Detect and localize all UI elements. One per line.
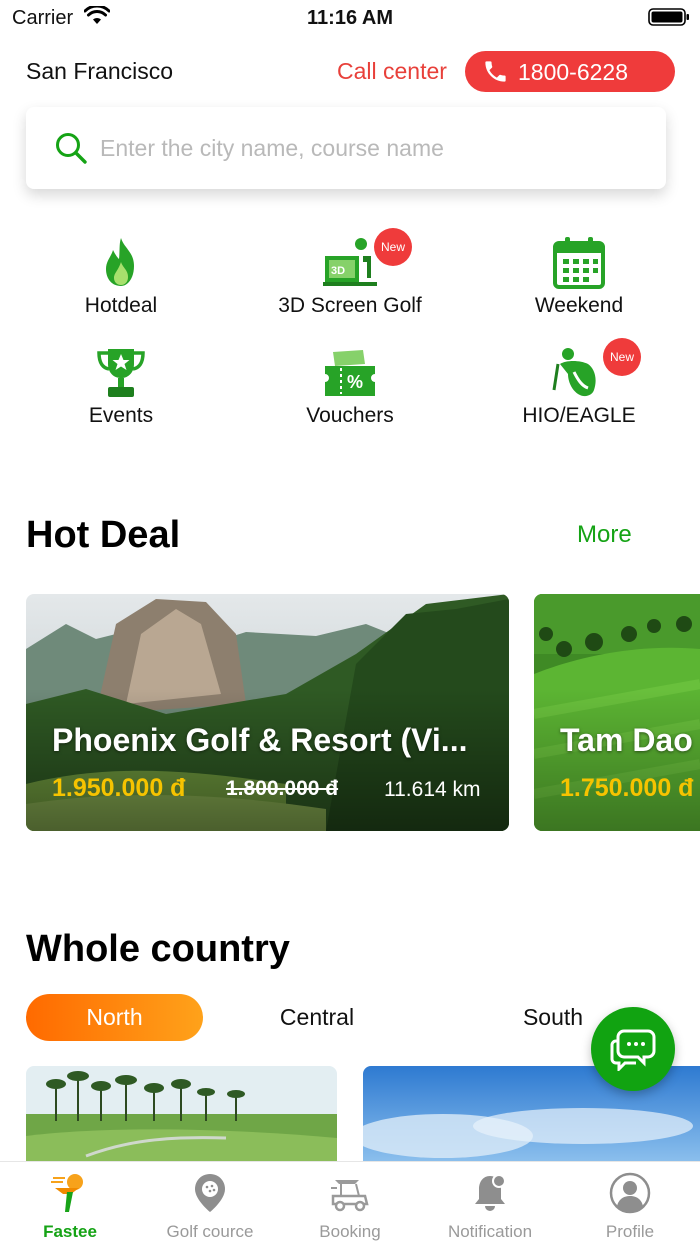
deal-price: 1.750.000 đ (560, 774, 694, 802)
tab-booking[interactable]: Booking (280, 1162, 420, 1244)
tab-golf-course[interactable]: Golf cource (140, 1162, 280, 1244)
chat-button[interactable] (591, 1007, 675, 1091)
tab-label: Fastee (43, 1222, 97, 1241)
search-bar[interactable] (26, 107, 666, 189)
category-label: Vouchers (306, 404, 394, 427)
call-center-button[interactable]: 1800-6228 (465, 51, 675, 92)
svg-text:%: % (347, 372, 363, 392)
deal-price: 1.950.000 đ (52, 774, 186, 802)
chat-icon (610, 1029, 656, 1071)
deal-name: Tam Dao (560, 722, 693, 758)
user-icon (609, 1172, 651, 1214)
deal-name: Phoenix Golf & Resort (Vi... (52, 722, 468, 758)
region-tab-north[interactable]: North (26, 994, 203, 1041)
bell-icon (475, 1174, 506, 1211)
category-3d-screen-golf[interactable]: 3D New 3D Screen Golf (250, 228, 450, 332)
tab-fastee[interactable]: Fastee (0, 1162, 140, 1244)
golfer-icon (552, 348, 596, 397)
category-label: 3D Screen Golf (278, 294, 422, 317)
tab-notification[interactable]: Notification (420, 1162, 560, 1244)
hot-deal-more-link[interactable]: More (577, 521, 632, 549)
golf-cart-icon (331, 1180, 369, 1212)
category-hio-eagle[interactable]: New HIO/EAGLE (479, 338, 679, 442)
category-events[interactable]: Events (21, 346, 221, 442)
deal-card[interactable]: Tam Dao 1.750.000 đ (534, 594, 700, 831)
tab-label: Notification (447, 1222, 533, 1241)
tab-label: Booking (319, 1222, 381, 1241)
course-card[interactable] (26, 1066, 337, 1166)
tab-label: Golf cource (166, 1222, 254, 1241)
new-badge: New (603, 338, 641, 376)
svg-text:3D: 3D (331, 265, 345, 277)
clock: 11:16 AM (307, 7, 393, 29)
city-selector[interactable]: San Francisco (26, 58, 173, 85)
category-weekend[interactable]: Weekend (479, 236, 679, 332)
flame-icon (106, 238, 134, 286)
golf-course-photo (26, 1066, 337, 1166)
category-label: Events (88, 404, 154, 427)
category-label: Hotdeal (84, 294, 158, 317)
3d-screen-golf-icon: 3D (323, 238, 377, 286)
battery-icon (648, 8, 689, 26)
deal-distance: 11.614 km (384, 778, 481, 801)
trophy-icon (97, 349, 145, 397)
tab-profile[interactable]: Profile (560, 1162, 700, 1244)
category-vouchers[interactable]: % Vouchers (250, 346, 450, 442)
phone-icon (485, 61, 506, 82)
fastee-logo-icon (51, 1174, 83, 1212)
bottom-tab-bar: Fastee Golf cource Booking Notification (0, 1161, 700, 1244)
tab-label: Profile (605, 1222, 655, 1241)
search-icon (56, 133, 87, 164)
search-input[interactable] (100, 129, 640, 167)
hot-deal-title: Hot Deal (26, 514, 181, 556)
phone-number: 1800-6228 (518, 59, 628, 85)
call-center-label: Call center (337, 58, 447, 84)
whole-country-title: Whole country (26, 928, 290, 970)
status-bar: Carrier 11:16 AM (0, 0, 700, 36)
category-label: HIO/EAGLE (522, 404, 636, 427)
region-tab-central[interactable]: Central (237, 994, 397, 1041)
new-badge: New (374, 228, 412, 266)
deal-card[interactable]: Phoenix Golf & Resort (Vi... 1.950.000 đ… (26, 594, 509, 831)
voucher-icon: % (325, 350, 375, 396)
calendar-icon (553, 237, 605, 289)
map-pin-icon (195, 1174, 225, 1212)
category-label: Weekend (534, 294, 624, 317)
deal-original-price: 1.800.000 đ (226, 777, 339, 800)
category-hotdeal[interactable]: Hotdeal (21, 236, 221, 332)
